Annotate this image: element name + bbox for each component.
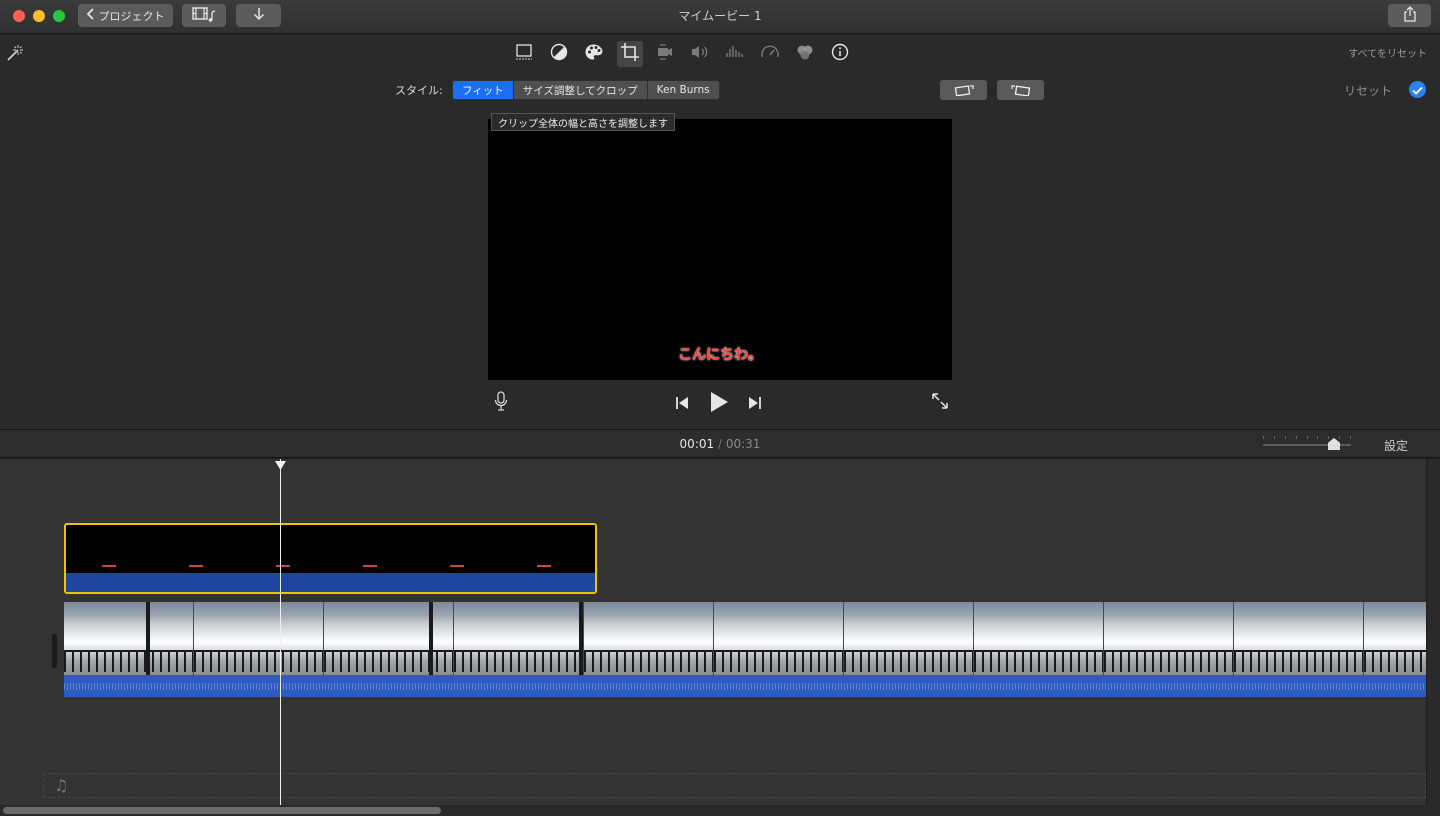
color-balance-tool[interactable] bbox=[546, 41, 572, 67]
total-duration: 00:31 bbox=[725, 437, 761, 451]
style-fit-option[interactable]: フィット bbox=[453, 81, 514, 99]
rotate-right-button[interactable] bbox=[997, 80, 1044, 100]
clip-frame bbox=[64, 602, 194, 675]
microphone-icon bbox=[494, 391, 508, 415]
imovie-window: プロジェクト マイムービー 1 すべてをリセット スタイル: フィット サイズ調… bbox=[0, 0, 1440, 816]
clip-frame bbox=[454, 602, 584, 675]
voiceover-button[interactable] bbox=[492, 391, 510, 415]
reset-button[interactable]: リセット bbox=[1344, 82, 1392, 99]
title-clip-bar bbox=[66, 573, 595, 592]
crop-style-row: スタイル: フィット サイズ調整してクロップ Ken Burns リセット bbox=[0, 75, 1440, 105]
apply-adjustment-button[interactable] bbox=[1409, 81, 1426, 98]
clip-info-tool[interactable] bbox=[827, 41, 853, 67]
clip-frame bbox=[1104, 602, 1234, 675]
reset-all-button[interactable]: すべてをリセット bbox=[1348, 45, 1427, 60]
timeline-settings-button[interactable]: 設定 bbox=[1384, 437, 1408, 454]
rotate-counterclockwise-icon bbox=[953, 81, 975, 100]
speed-tool[interactable] bbox=[757, 41, 783, 67]
playhead[interactable] bbox=[275, 459, 286, 805]
zoom-ticks bbox=[1263, 436, 1351, 440]
timeline-zoom-slider[interactable] bbox=[1263, 436, 1351, 450]
title-bar: プロジェクト マイムービー 1 bbox=[0, 0, 1440, 34]
track-drag-handle[interactable] bbox=[52, 634, 57, 668]
info-icon bbox=[831, 43, 849, 65]
music-note-icon: ♫ bbox=[54, 776, 69, 795]
speed-icon bbox=[760, 43, 780, 65]
play-button[interactable] bbox=[706, 391, 732, 417]
clip-frame bbox=[714, 602, 844, 675]
style-ken-burns-option[interactable]: Ken Burns bbox=[647, 81, 719, 99]
crop-to-fill-icon bbox=[514, 43, 534, 65]
color-balance-icon bbox=[550, 43, 568, 65]
video-preview[interactable]: こんにちわ。 bbox=[488, 119, 952, 380]
clip-frame bbox=[194, 602, 324, 675]
clip-frame bbox=[584, 602, 714, 675]
crop-tool[interactable] bbox=[617, 41, 643, 67]
fullscreen-button[interactable] bbox=[930, 393, 950, 413]
playhead-handle[interactable] bbox=[275, 461, 286, 470]
skip-forward-button[interactable] bbox=[746, 395, 764, 413]
video-clip[interactable] bbox=[64, 602, 1426, 697]
adjustments-toolbar: すべてをリセット bbox=[0, 35, 1440, 75]
style-crop-to-fill-option[interactable]: サイズ調整してクロップ bbox=[513, 81, 648, 99]
rotate-left-button[interactable] bbox=[940, 80, 987, 100]
video-clip-filmstrip bbox=[64, 602, 1426, 675]
style-label: スタイル: bbox=[395, 84, 443, 97]
clip-frame bbox=[1364, 602, 1426, 675]
timeline[interactable]: ♫ bbox=[0, 459, 1426, 805]
stabilization-icon bbox=[655, 43, 675, 65]
volume-icon bbox=[690, 43, 710, 65]
window-title: マイムービー 1 bbox=[678, 9, 762, 23]
share-button[interactable] bbox=[1388, 4, 1431, 27]
audio-waveform bbox=[64, 675, 1426, 697]
video-overlay-icon bbox=[795, 43, 815, 65]
viewer-area: こんにちわ。 bbox=[0, 105, 1440, 429]
noise-reduction-tool[interactable] bbox=[722, 41, 748, 67]
fit-style-tooltip: クリップ全体の幅と高さを調整します bbox=[491, 113, 675, 131]
skip-next-icon bbox=[748, 395, 762, 414]
crop-icon bbox=[620, 42, 640, 66]
horizontal-scroll-thumb[interactable] bbox=[3, 807, 441, 814]
title-clip[interactable] bbox=[64, 523, 597, 594]
timecode-bar: 00:01 / 00:31 設定 bbox=[0, 429, 1440, 458]
crop-to-fill-tool[interactable] bbox=[511, 41, 537, 67]
color-palette-icon bbox=[584, 43, 604, 65]
clip-frame bbox=[974, 602, 1104, 675]
expand-arrows-icon bbox=[931, 392, 949, 414]
noise-reduction-icon bbox=[725, 43, 745, 65]
title-clip-thumbnails bbox=[66, 525, 595, 573]
color-correction-tool[interactable] bbox=[581, 41, 607, 67]
clip-frame bbox=[324, 602, 454, 675]
timecode-display: 00:01 / 00:31 bbox=[0, 437, 1440, 451]
magic-wand-icon[interactable] bbox=[5, 43, 25, 63]
clip-frame bbox=[1234, 602, 1364, 675]
title-text-overlay: こんにちわ。 bbox=[678, 347, 762, 363]
stabilization-tool[interactable] bbox=[652, 41, 678, 67]
crop-style-segmented-control: フィット サイズ調整してクロップ Ken Burns bbox=[452, 80, 720, 100]
skip-previous-icon bbox=[675, 395, 689, 414]
background-music-well[interactable]: ♫ bbox=[43, 773, 1426, 798]
video-overlay-tool[interactable] bbox=[792, 41, 818, 67]
clip-frame bbox=[844, 602, 974, 675]
rotate-clockwise-icon bbox=[1010, 81, 1032, 100]
play-icon bbox=[709, 391, 729, 417]
skip-back-button[interactable] bbox=[673, 395, 691, 413]
checkmark-icon bbox=[1412, 80, 1423, 99]
current-time: 00:01 bbox=[679, 437, 715, 451]
volume-tool[interactable] bbox=[687, 41, 713, 67]
share-icon bbox=[1403, 6, 1417, 25]
time-separator: / bbox=[717, 437, 723, 451]
vertical-scroll-track[interactable] bbox=[1426, 459, 1440, 805]
horizontal-scrollbar[interactable] bbox=[0, 805, 1440, 816]
